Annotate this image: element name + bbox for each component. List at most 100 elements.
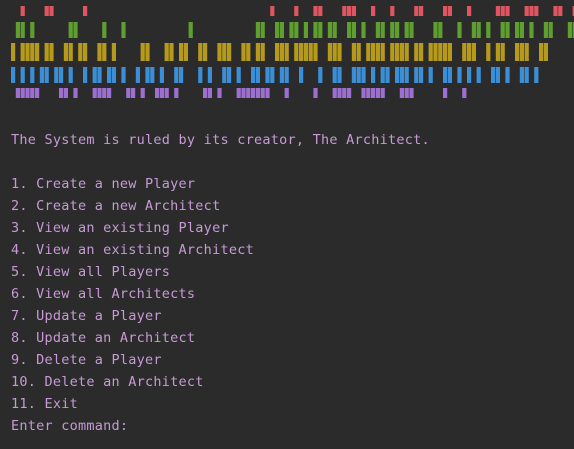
banner-block <box>49 43 54 61</box>
menu-item-view-player: 3. View an existing Player <box>11 220 229 236</box>
banner-block <box>15 88 20 98</box>
banner-block <box>414 43 419 61</box>
banner-block <box>121 67 126 83</box>
banner-block <box>380 22 385 38</box>
banner-block <box>164 88 169 98</box>
banner-block <box>529 6 534 16</box>
banner-block <box>443 67 448 83</box>
banner-block <box>227 43 232 61</box>
banner-block <box>111 43 116 61</box>
banner-block <box>35 88 40 98</box>
banner-block <box>361 67 366 83</box>
command-prompt: Enter command: <box>11 418 129 434</box>
banner-block <box>39 67 44 83</box>
command-input[interactable] <box>126 418 426 436</box>
banner-block <box>500 22 505 38</box>
banner-block <box>198 67 203 83</box>
banner-block <box>279 43 284 61</box>
banner-block <box>78 43 83 61</box>
banner-block <box>236 67 241 83</box>
banner-block <box>102 22 107 38</box>
banner-block <box>337 43 342 61</box>
banner-block <box>318 67 323 83</box>
banner-block <box>164 43 169 61</box>
banner-block <box>255 88 260 98</box>
banner-block <box>371 43 376 61</box>
banner-block <box>246 88 251 98</box>
banner-block <box>399 88 404 98</box>
banner-block <box>395 67 400 83</box>
banner-block <box>251 67 256 83</box>
banner-block <box>102 88 107 98</box>
banner-block <box>107 67 112 83</box>
banner-block <box>174 88 179 98</box>
banner-block <box>73 22 78 38</box>
banner-block <box>97 43 102 61</box>
banner-block <box>145 43 150 61</box>
banner-block <box>433 22 438 38</box>
banner-block <box>366 88 371 98</box>
banner-block <box>390 6 395 16</box>
banner-block <box>438 22 443 38</box>
banner-block <box>255 22 260 38</box>
banner-block <box>519 43 524 61</box>
banner-block <box>83 6 88 16</box>
banner-block <box>505 6 510 16</box>
banner-block <box>471 22 476 38</box>
banner-block <box>299 43 304 61</box>
banner-block <box>54 67 59 83</box>
banner-block <box>462 43 467 61</box>
terminal-window[interactable]: The System is ruled by its creator, The … <box>0 0 574 449</box>
banner-block <box>260 88 265 98</box>
banner-block <box>375 88 380 98</box>
banner-block <box>246 43 251 61</box>
banner-block <box>390 22 395 38</box>
banner-block <box>515 22 520 38</box>
banner-block <box>347 6 352 16</box>
banner-block <box>284 67 289 83</box>
banner-block <box>342 6 347 16</box>
banner-block <box>303 43 308 61</box>
banner-block <box>49 6 54 16</box>
banner-block <box>443 88 448 98</box>
banner-block <box>476 67 481 83</box>
banner-block <box>289 22 294 38</box>
banner-block <box>35 43 40 61</box>
banner-block <box>548 22 553 38</box>
banner-block <box>140 88 145 98</box>
banner-block <box>375 22 380 38</box>
banner-block <box>92 67 97 83</box>
banner-block <box>63 88 68 98</box>
banner-block <box>279 22 284 38</box>
banner-block <box>44 43 49 61</box>
banner-block <box>30 22 35 38</box>
banner-block <box>457 22 462 38</box>
banner-block <box>443 6 448 16</box>
banner-block <box>313 88 318 98</box>
banner-block <box>409 22 414 38</box>
banner-block <box>342 88 347 98</box>
banner-block <box>251 88 256 98</box>
banner-block <box>308 43 313 61</box>
banner-block <box>371 67 376 83</box>
banner-block <box>68 43 73 61</box>
banner-block <box>351 6 356 16</box>
banner-block <box>198 43 203 61</box>
banner-block <box>155 88 160 98</box>
banner-block <box>337 67 342 83</box>
banner-block <box>59 88 64 98</box>
banner-block <box>140 43 145 61</box>
banner-block <box>332 43 337 61</box>
banner-block <box>399 43 404 61</box>
banner-block <box>20 67 25 83</box>
banner-block <box>97 67 102 83</box>
banner-block <box>495 43 500 61</box>
banner-block <box>524 43 529 61</box>
banner-block <box>59 67 64 83</box>
banner-block <box>44 6 49 16</box>
banner-block <box>486 22 491 38</box>
banner-block <box>294 43 299 61</box>
banner-block <box>539 43 544 61</box>
banner-block <box>203 43 208 61</box>
banner-block <box>491 67 496 83</box>
